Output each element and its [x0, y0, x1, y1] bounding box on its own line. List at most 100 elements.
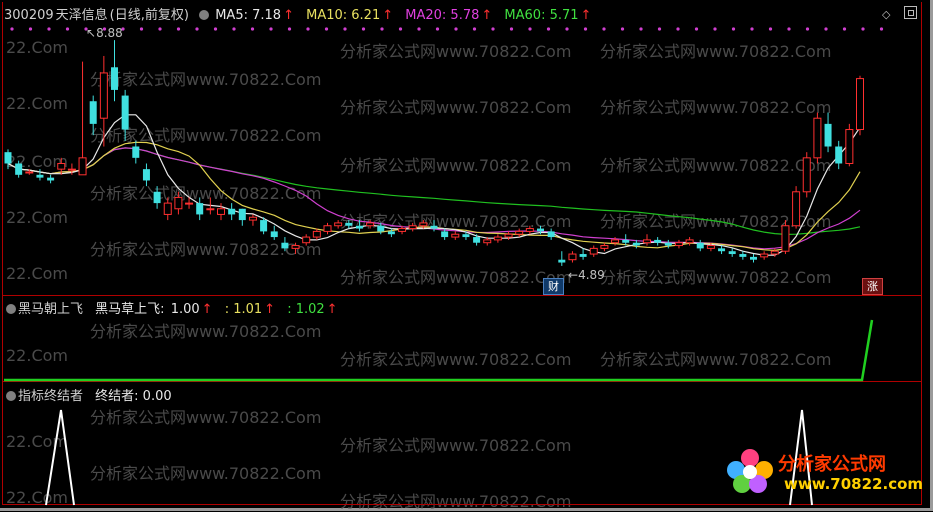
ma20-up-arrow-icon: ↑: [481, 8, 493, 23]
candle-body: [824, 123, 832, 147]
candle-body: [792, 191, 801, 227]
marker-dot: [306, 27, 310, 31]
marker-dot: [676, 27, 680, 31]
candle-body: [739, 254, 747, 257]
marker-dot: [565, 27, 569, 31]
candle-body: [323, 225, 332, 232]
candle-body: [99, 72, 108, 119]
candle-body: [366, 222, 375, 227]
candle-body: [654, 239, 662, 243]
value-2: : 1.01: [224, 302, 263, 317]
candle-body: [260, 220, 268, 232]
limit-up-badge[interactable]: 涨: [862, 278, 883, 295]
low-price-value: 4.89: [578, 268, 605, 282]
finance-badge[interactable]: 财: [543, 278, 564, 295]
candle-body: [206, 208, 215, 211]
candle-body: [36, 174, 44, 178]
candle-body: [525, 228, 534, 232]
candle-body: [441, 231, 449, 238]
marker-dot: [491, 27, 495, 31]
marker-dot: [731, 27, 736, 31]
ma5-up-arrow-icon: ↑: [283, 8, 294, 23]
up-arrow-icon: ↑: [201, 302, 213, 317]
candle-body: [781, 225, 790, 252]
chart-window: 22.Com 分析家公式网www.70822.Com 分析家公式网www.708…: [0, 0, 933, 511]
candle-body: [430, 225, 438, 229]
marker-dot: [65, 27, 70, 31]
candle-body: [632, 242, 640, 246]
logo-title: 分析家公式网: [778, 454, 886, 475]
candle-body: [760, 253, 769, 258]
marker-dot: [324, 27, 329, 31]
candle-body: [15, 163, 23, 175]
candle-body: [802, 157, 811, 193]
marker-dot: [343, 27, 347, 31]
terminator-header: 指标终结者 终结者: 0.00: [2, 385, 174, 404]
candle-body: [845, 129, 854, 164]
candle-body: [643, 239, 651, 244]
diamond-icon[interactable]: ◇: [882, 8, 890, 21]
candle-body: [398, 228, 407, 232]
candle-body: [473, 237, 481, 243]
candle-body: [568, 253, 577, 261]
heima-signal-line: [4, 319, 874, 382]
marker-dot: [805, 27, 810, 31]
candle-body: [121, 95, 129, 130]
candle-body: [228, 208, 236, 215]
ma20-value: MA20: 5.78: [405, 8, 480, 23]
marker-dot: [842, 27, 847, 31]
candle-body: [728, 251, 736, 255]
marker-dot: [398, 27, 403, 31]
marker-dot: [602, 27, 606, 31]
marker-dot: [694, 27, 699, 31]
candle-body: [291, 245, 300, 249]
candle-body: [57, 162, 66, 170]
candle-body: [408, 225, 417, 230]
marker-dot: [232, 27, 236, 31]
candle-body: [281, 242, 289, 249]
marker-dot: [713, 27, 717, 31]
candle-body: [217, 208, 225, 215]
marker-dot: [213, 27, 218, 31]
candle-body: [248, 216, 257, 221]
ma60-value: MA60: 5.71: [504, 8, 579, 23]
menu-circle-icon[interactable]: [6, 391, 16, 401]
marker-dot: [139, 27, 144, 31]
candle-body: [706, 245, 715, 249]
terminator-spike: [45, 409, 75, 506]
marker-dot: [417, 27, 421, 31]
candle-body: [537, 228, 544, 232]
marker-dot: [787, 27, 791, 31]
candle-body: [163, 202, 172, 215]
candle-body: [334, 222, 343, 227]
indicator-name: 指标终结者: [18, 389, 84, 404]
up-arrow-icon: ↑: [264, 302, 276, 317]
candle-body: [622, 239, 630, 243]
candle-body: [377, 225, 385, 232]
line-name: 黑马草上飞:: [95, 302, 165, 317]
marker-dot: [158, 27, 162, 31]
candle-body: [674, 242, 683, 247]
menu-circle-icon[interactable]: [6, 304, 16, 314]
maximize-icon[interactable]: [904, 6, 917, 19]
candlestick-chart[interactable]: [0, 0, 933, 511]
candle-body: [750, 256, 757, 260]
candle-body: [25, 171, 34, 174]
marker-dot: [750, 27, 754, 31]
ma10-value: MA10: 6.21: [306, 8, 381, 23]
candle-body: [174, 196, 183, 210]
marker-dot: [435, 27, 440, 31]
up-arrow-icon: ↑: [326, 302, 338, 317]
marker-dot: [10, 27, 14, 31]
ma60-up-arrow-icon: ↑: [580, 8, 592, 23]
candle-body: [419, 222, 428, 227]
marker-dot: [528, 27, 532, 31]
marker-dot: [546, 27, 551, 31]
menu-circle-icon[interactable]: [199, 10, 210, 20]
candle-body: [600, 245, 609, 249]
price-header: 300209 天泽信息 (日线,前复权) MA5: 7.18 ↑ MA10: 6.21…: [4, 4, 599, 23]
marker-dot: [28, 27, 33, 31]
high-price-value: 8.88: [96, 26, 123, 40]
candle-body: [153, 191, 161, 204]
stock-code: 300209: [4, 8, 54, 23]
